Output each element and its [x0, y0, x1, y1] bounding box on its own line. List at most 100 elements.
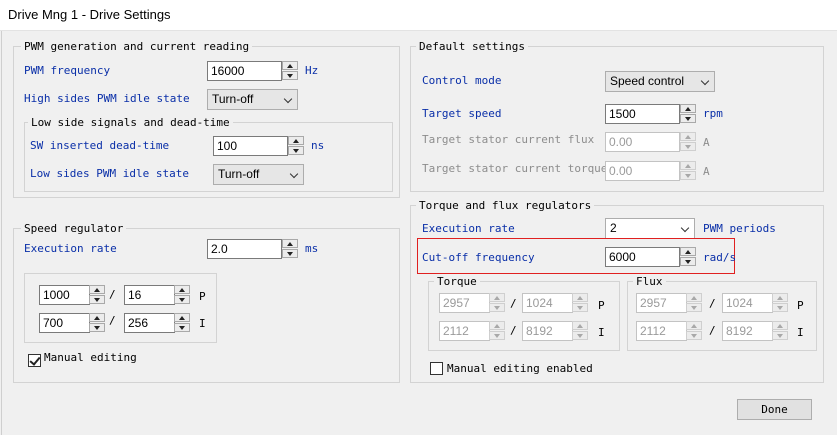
cutoff-frequency-spinner[interactable]: [680, 247, 696, 267]
spin-down-icon: [572, 331, 588, 340]
low-sides-label: Low sides PWM idle state: [30, 167, 189, 180]
chevron-down-icon: [283, 94, 293, 104]
control-mode-value: Speed control: [610, 74, 685, 88]
checkmark-icon: [29, 354, 41, 366]
spin-up-icon[interactable]: [89, 313, 105, 322]
speed-execution-rate-input[interactable]: 2.0: [207, 239, 282, 259]
torque-i-label: I: [598, 326, 605, 339]
torque-p-label: P: [598, 299, 605, 312]
speed-p-numerator-input[interactable]: 1000: [39, 285, 90, 305]
dead-time-spinner[interactable]: [288, 136, 304, 156]
speed-i-slash: /: [109, 314, 116, 327]
spin-up-icon[interactable]: [680, 104, 696, 113]
spin-down-icon[interactable]: [680, 257, 696, 266]
speed-execution-rate-spinner[interactable]: [282, 239, 298, 259]
torque-p-numerator-input: 2957: [439, 293, 490, 313]
spin-up-icon[interactable]: [680, 247, 696, 256]
target-speed-input[interactable]: 1500: [605, 104, 680, 124]
spin-down-icon[interactable]: [174, 295, 190, 304]
flux-p-numerator-input: 2957: [636, 293, 687, 313]
speed-i-denominator-input[interactable]: 256: [124, 313, 175, 333]
spin-up-icon: [772, 293, 788, 302]
regulators-execution-rate-value: 2: [610, 221, 617, 235]
speed-i-numerator-spinner[interactable]: [89, 313, 105, 333]
spin-up-icon[interactable]: [282, 61, 298, 70]
dead-time-input[interactable]: 100: [213, 136, 288, 156]
speed-p-slash: /: [109, 288, 116, 301]
speed-manual-editing-checkbox[interactable]: [28, 354, 41, 367]
spin-up-icon: [489, 293, 505, 302]
cutoff-frequency-unit: rad/s: [703, 251, 737, 264]
spin-down-icon[interactable]: [89, 323, 105, 332]
flux-p-numerator-spinner: [686, 293, 702, 313]
speed-p-denominator-spinner[interactable]: [174, 285, 190, 305]
spin-down-icon: [772, 331, 788, 340]
flux-p-label: P: [797, 299, 804, 312]
low-side-group-title: Low side signals and dead-time: [28, 116, 233, 129]
spin-down-icon[interactable]: [288, 146, 304, 155]
low-sides-value: Turn-off: [218, 167, 260, 181]
chevron-down-icon: [700, 76, 710, 86]
default-settings-group-title: Default settings: [416, 40, 528, 53]
regulators-execution-rate-unit: PWM periods: [703, 222, 776, 235]
spin-down-icon[interactable]: [680, 114, 696, 123]
spin-down-icon: [489, 331, 505, 340]
spin-down-icon: [572, 303, 588, 312]
high-sides-select[interactable]: Turn-off: [207, 89, 298, 110]
flux-p-denominator-input: 1024: [722, 293, 773, 313]
cutoff-frequency-input[interactable]: 6000: [605, 247, 680, 267]
spin-up-icon[interactable]: [174, 285, 190, 294]
torque-box-title: Torque: [434, 275, 480, 288]
spin-up-icon[interactable]: [89, 285, 105, 294]
torque-p-slash: /: [510, 297, 517, 310]
speed-manual-editing-label: Manual editing: [44, 351, 137, 364]
dead-time-unit: ns: [311, 139, 325, 152]
spin-up-icon[interactable]: [282, 239, 298, 248]
spin-down-icon[interactable]: [282, 249, 298, 258]
cutoff-frequency-label: Cut-off frequency: [422, 251, 535, 264]
regulators-manual-editing-label: Manual editing enabled: [447, 362, 593, 375]
stator-flux-spinner: [680, 132, 696, 152]
spin-down-icon: [680, 171, 696, 180]
spin-down-icon[interactable]: [282, 71, 298, 80]
stator-flux-unit: A: [703, 136, 710, 149]
flux-box-title: Flux: [633, 275, 666, 288]
done-button[interactable]: Done: [737, 399, 812, 420]
torque-i-numerator-spinner: [489, 321, 505, 341]
pwm-frequency-input[interactable]: 16000: [207, 61, 282, 81]
pwm-group-title: PWM generation and current reading: [21, 40, 253, 53]
flux-i-slash: /: [709, 324, 716, 337]
torque-p-denominator-input: 1024: [522, 293, 573, 313]
flux-i-denominator-input: 8192: [722, 321, 773, 341]
title-bar: Drive Mng 1 - Drive Settings: [0, 0, 837, 31]
speed-p-label: P: [199, 290, 206, 303]
stator-torque-label: Target stator current torque: [422, 162, 608, 175]
target-speed-label: Target speed: [422, 107, 502, 120]
stator-torque-input: 0.00: [605, 161, 680, 181]
control-mode-select[interactable]: Speed control: [605, 71, 715, 92]
target-speed-spinner[interactable]: [680, 104, 696, 124]
spin-down-icon[interactable]: [174, 323, 190, 332]
speed-i-denominator-spinner[interactable]: [174, 313, 190, 333]
regulators-execution-rate-select[interactable]: 2: [605, 218, 695, 239]
spin-down-icon[interactable]: [89, 295, 105, 304]
chevron-down-icon: [289, 169, 299, 179]
flux-p-slash: /: [709, 297, 716, 310]
high-sides-label: High sides PWM idle state: [24, 92, 190, 105]
speed-i-numerator-input[interactable]: 700: [39, 313, 90, 333]
low-side-group: [24, 122, 393, 192]
spin-up-icon[interactable]: [288, 136, 304, 145]
low-sides-select[interactable]: Turn-off: [213, 164, 304, 185]
stator-flux-label: Target stator current flux: [422, 133, 595, 146]
spin-up-icon: [680, 161, 696, 170]
high-sides-value: Turn-off: [212, 92, 254, 106]
spin-up-icon[interactable]: [174, 313, 190, 322]
speed-p-denominator-input[interactable]: 16: [124, 285, 175, 305]
pwm-frequency-spinner[interactable]: [282, 61, 298, 81]
flux-i-numerator-input: 2112: [636, 321, 687, 341]
control-mode-label: Control mode: [422, 74, 502, 87]
regulators-manual-editing-checkbox[interactable]: [430, 362, 443, 375]
torque-i-slash: /: [510, 324, 517, 337]
speed-p-numerator-spinner[interactable]: [89, 285, 105, 305]
flux-i-denominator-spinner: [772, 321, 788, 341]
